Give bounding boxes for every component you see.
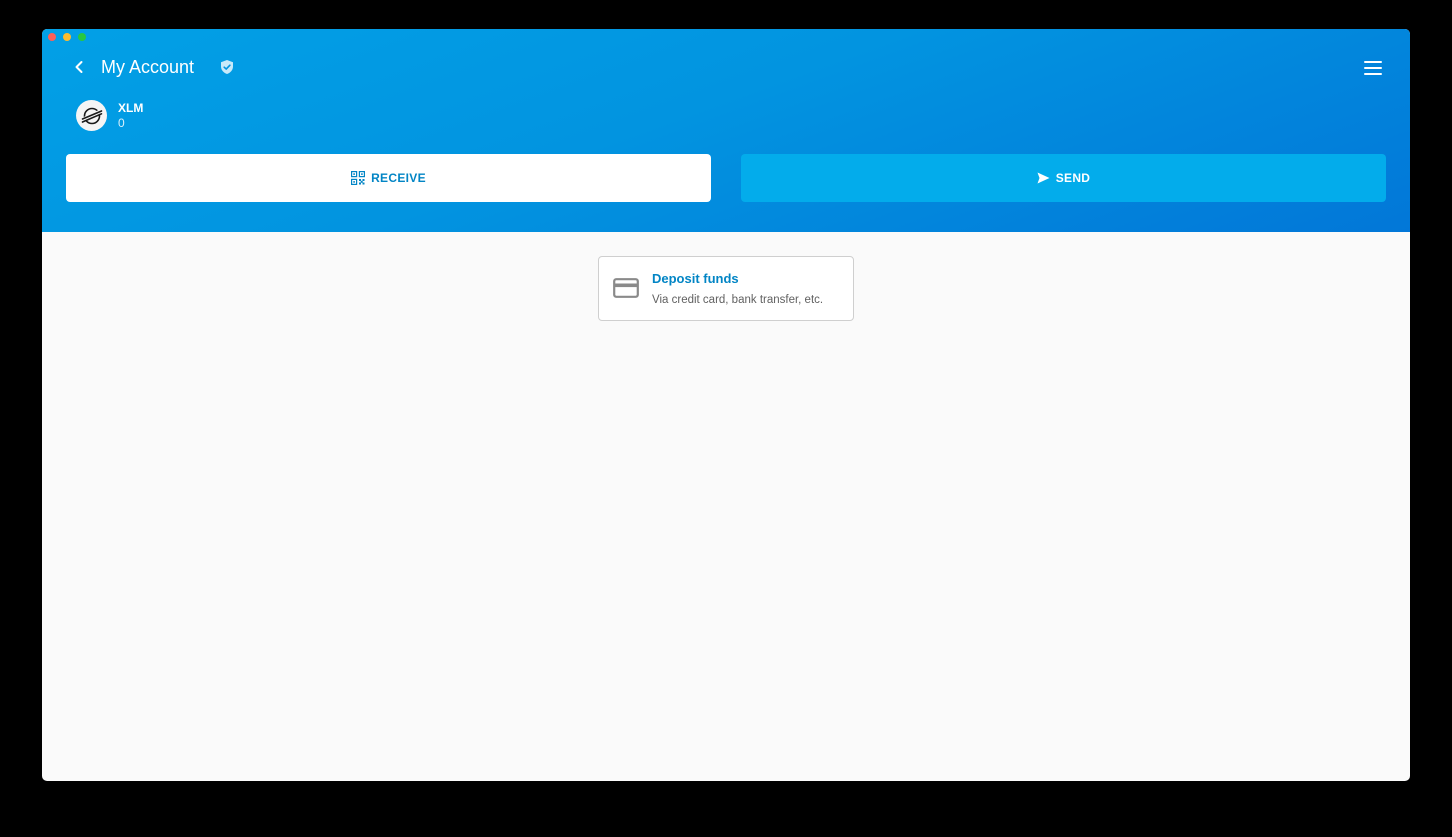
menu-button[interactable]: [1362, 57, 1384, 79]
close-window-button[interactable]: [48, 33, 56, 41]
qr-code-icon: [351, 171, 366, 185]
asset-logo: [76, 100, 107, 131]
send-button[interactable]: SEND: [741, 154, 1386, 202]
send-button-label: SEND: [1055, 171, 1091, 185]
stellar-logo-icon: [81, 107, 102, 124]
shield-check-icon: [221, 60, 233, 74]
asset-code: XLM: [118, 101, 144, 115]
receive-button[interactable]: RECEIVE: [66, 154, 711, 202]
send-icon: [1037, 172, 1050, 184]
deposit-funds-card[interactable]: Deposit funds Via credit card, bank tran…: [598, 256, 854, 321]
back-button[interactable]: [68, 56, 90, 78]
credit-card-icon: [613, 278, 639, 298]
receive-button-label: RECEIVE: [371, 171, 426, 185]
menu-icon: [1364, 61, 1382, 75]
page-title: My Account: [101, 57, 195, 77]
window-controls: [48, 33, 86, 41]
account-header: My Account XLM 0 RECEIVE SEND: [42, 29, 1410, 232]
chevron-left-icon: [75, 61, 83, 73]
asset-balance: 0: [118, 116, 125, 130]
maximize-window-button[interactable]: [78, 33, 86, 41]
deposit-funds-title: Deposit funds: [652, 271, 739, 286]
deposit-funds-subtitle: Via credit card, bank transfer, etc.: [652, 294, 824, 306]
minimize-window-button[interactable]: [63, 33, 71, 41]
app-window: My Account XLM 0 RECEIVE SEND Deposit fu…: [42, 29, 1410, 781]
